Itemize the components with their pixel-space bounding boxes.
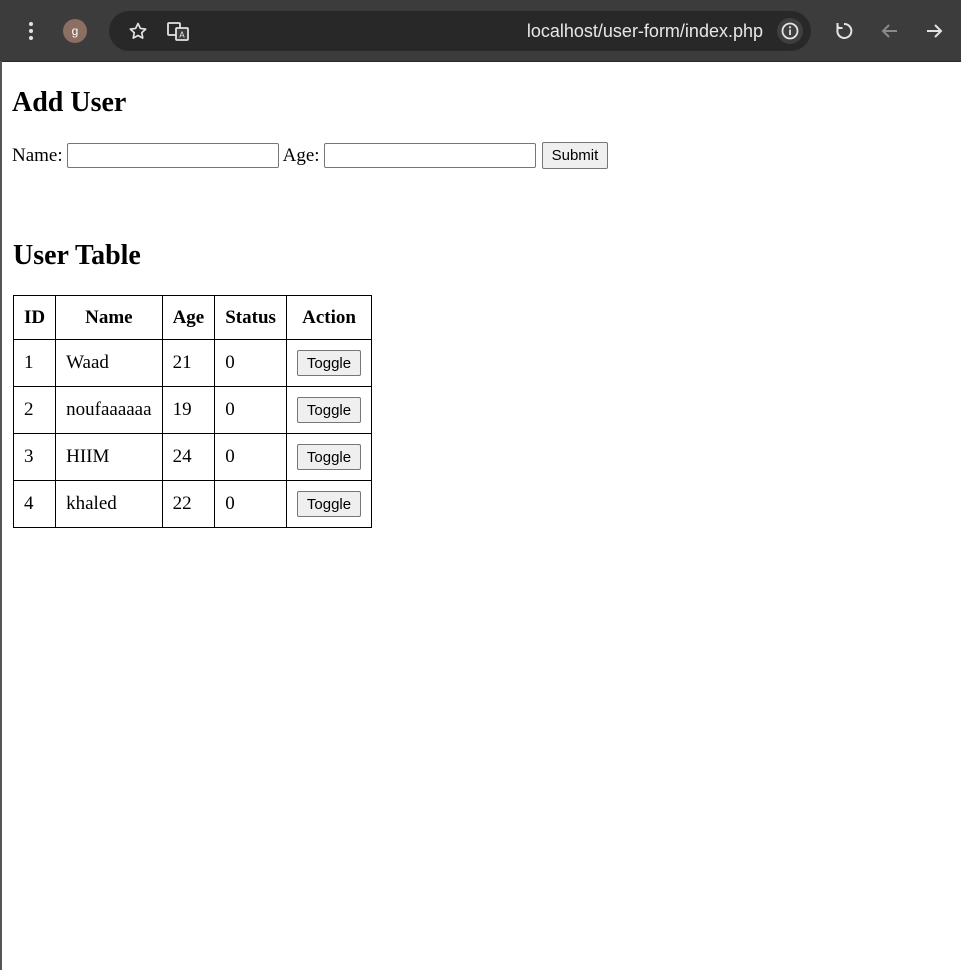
cell-id: 3: [12, 433, 57, 481]
toggle-button[interactable]: Toggle: [296, 491, 362, 517]
url-text[interactable]: localhost/user-form/index.php: [527, 19, 763, 43]
cell-age: 22: [161, 480, 216, 528]
age-input[interactable]: [323, 143, 536, 168]
cell-status: 0: [214, 480, 287, 528]
cell-age: 21: [161, 339, 216, 387]
toggle-button[interactable]: Toggle: [296, 397, 362, 423]
cell-id: 2: [12, 386, 57, 434]
header-age: Age: [161, 295, 216, 340]
table-row: 1 Waad 21 0 Toggle: [12, 339, 373, 387]
translate-icon[interactable]: A: [166, 20, 190, 42]
name-label: Name:: [12, 144, 63, 166]
add-user-form: Name: Age: Submit: [12, 142, 961, 169]
header-status: Status: [214, 295, 287, 340]
star-icon[interactable]: [127, 20, 149, 42]
browser-toolbar: g A localhost/user-form/index.php: [0, 0, 961, 62]
cell-age: 24: [161, 433, 216, 481]
user-table-heading: User Table: [13, 240, 141, 271]
name-input[interactable]: [66, 143, 279, 168]
cell-action: Toggle: [285, 480, 373, 528]
cell-status: 0: [214, 433, 287, 481]
table-row: 3 HIIM 24 0 Toggle: [12, 433, 373, 481]
cell-action: Toggle: [285, 433, 373, 481]
user-table: ID Name Age Status Action 1 Waad 21 0 To…: [12, 295, 373, 528]
cell-name: HIIM: [55, 433, 163, 481]
cell-name: khaled: [55, 480, 163, 528]
submit-button[interactable]: Submit: [541, 142, 609, 169]
table-row: 4 khaled 22 0 Toggle: [12, 480, 373, 528]
add-user-heading: Add User: [12, 87, 127, 118]
cell-id: 4: [12, 480, 57, 528]
window-edge: [0, 61, 2, 970]
forward-icon[interactable]: [923, 20, 945, 42]
site-info-icon[interactable]: [777, 18, 803, 44]
cell-action: Toggle: [285, 386, 373, 434]
table-header-row: ID Name Age Status Action: [12, 295, 373, 340]
header-id: ID: [12, 295, 57, 340]
table-row: 2 noufaaaaaa 19 0 Toggle: [12, 386, 373, 434]
header-action: Action: [285, 295, 373, 340]
svg-text:A: A: [179, 31, 185, 40]
cell-age: 19: [161, 386, 216, 434]
header-name: Name: [55, 295, 163, 340]
page-content: Add User Name: Age: Submit User Table ID…: [12, 62, 961, 528]
back-icon[interactable]: [879, 20, 901, 42]
cell-id: 1: [12, 339, 57, 387]
cell-status: 0: [214, 339, 287, 387]
reload-icon[interactable]: [833, 20, 855, 42]
age-label: Age:: [282, 144, 320, 166]
cell-action: Toggle: [285, 339, 373, 387]
menu-dots-icon[interactable]: [20, 18, 42, 44]
cell-status: 0: [214, 386, 287, 434]
cell-name: Waad: [55, 339, 163, 387]
profile-avatar[interactable]: g: [63, 19, 87, 43]
toggle-button[interactable]: Toggle: [296, 350, 362, 376]
cell-name: noufaaaaaa: [55, 386, 163, 434]
toggle-button[interactable]: Toggle: [296, 444, 362, 470]
